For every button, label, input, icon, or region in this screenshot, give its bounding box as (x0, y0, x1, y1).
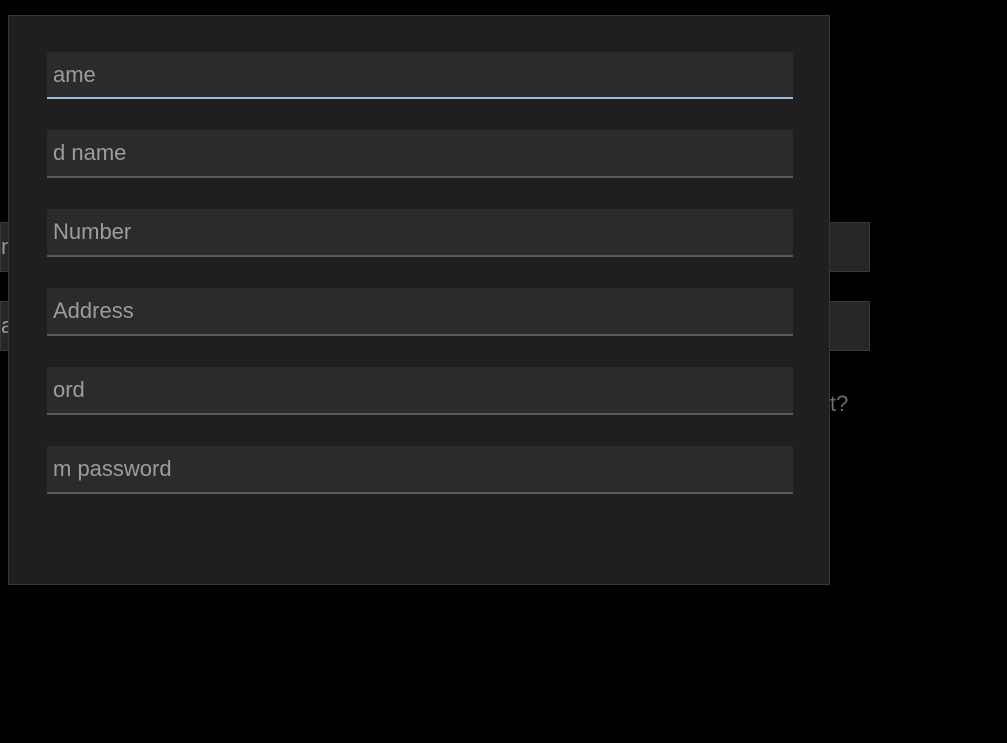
first-name-input[interactable] (47, 52, 793, 97)
signup-dialog (8, 15, 830, 585)
password-input[interactable] (47, 367, 793, 413)
background-link-fragment[interactable]: t? (830, 391, 848, 417)
address-field-wrap (47, 288, 793, 336)
confirm-password-field-wrap (47, 446, 793, 494)
first-name-field-wrap (47, 52, 793, 99)
second-name-field-wrap (47, 130, 793, 178)
number-input[interactable] (47, 209, 793, 255)
confirm-password-input[interactable] (47, 446, 793, 492)
password-field-wrap (47, 367, 793, 415)
address-input[interactable] (47, 288, 793, 334)
second-name-input[interactable] (47, 130, 793, 176)
signup-form (47, 52, 799, 525)
number-field-wrap (47, 209, 793, 257)
